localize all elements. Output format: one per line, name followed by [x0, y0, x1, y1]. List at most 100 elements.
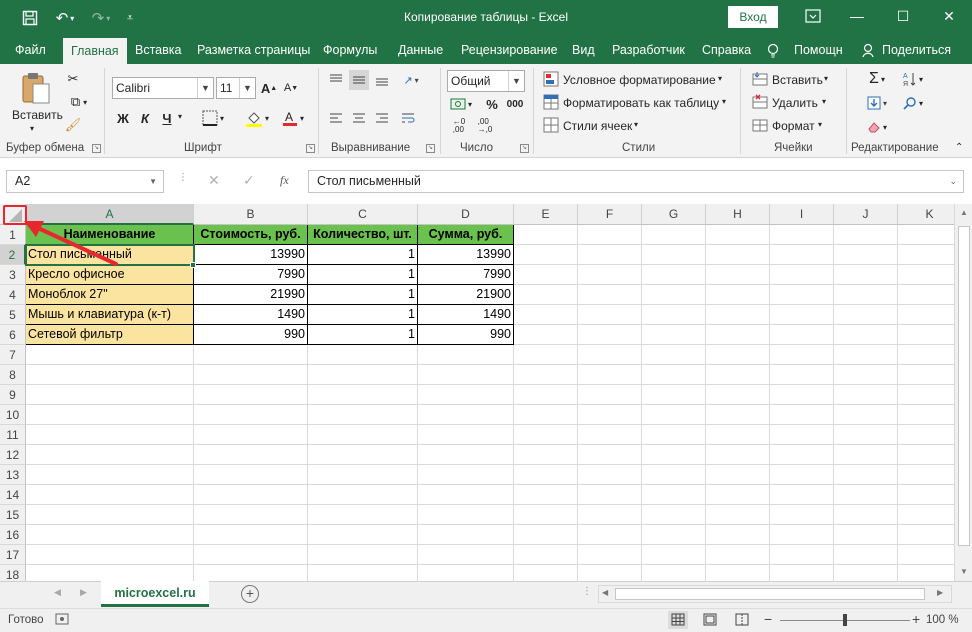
align-bottom-icon[interactable]	[372, 70, 392, 90]
paste-button[interactable]: Вставить	[12, 108, 63, 122]
row-header[interactable]: 14	[0, 485, 26, 505]
table-cell[interactable]: 21900	[418, 285, 514, 305]
maximize-button[interactable]: ☐	[880, 0, 926, 32]
format-cells-button[interactable]: Формат	[772, 119, 815, 133]
formula-input[interactable]: Стол письменный ⌄	[308, 170, 964, 193]
table-cell[interactable]: 21990	[194, 285, 308, 305]
alignment-launcher-icon[interactable]: ↘	[426, 144, 435, 153]
column-header-b[interactable]: B	[194, 204, 308, 225]
zoom-slider-thumb[interactable]	[843, 614, 847, 626]
table-header-cell[interactable]: Стоимость, руб.	[194, 225, 308, 245]
zoom-out-icon[interactable]: −	[764, 611, 772, 627]
row-header[interactable]: 15	[0, 505, 26, 525]
clipboard-launcher-icon[interactable]: ↘	[92, 144, 101, 153]
table-cell[interactable]: 1	[308, 245, 418, 265]
tab-formulas[interactable]: Формулы	[323, 36, 377, 64]
tab-file[interactable]: Файл	[15, 36, 46, 64]
cut-icon[interactable]: ✂	[64, 70, 82, 88]
row-header[interactable]: 10	[0, 405, 26, 425]
column-header-e[interactable]: E	[514, 204, 578, 225]
sort-filter-icon[interactable]: A Я ▾	[898, 69, 928, 89]
table-cell[interactable]: 1	[308, 265, 418, 285]
horizontal-scrollbar[interactable]: ◀ ▶	[598, 585, 952, 603]
tab-insert[interactable]: Вставка	[135, 36, 181, 64]
format-cells-icon[interactable]	[751, 116, 769, 134]
paste-dropdown-icon[interactable]: ▾	[30, 124, 34, 133]
row-header[interactable]: 13	[0, 465, 26, 485]
macro-record-icon[interactable]	[55, 612, 69, 629]
tab-review[interactable]: Рецензирование	[461, 36, 558, 64]
vertical-scrollbar[interactable]: ▲ ▼	[954, 204, 972, 581]
column-header-c[interactable]: C	[308, 204, 418, 225]
cancel-entry-icon[interactable]: ✕	[208, 172, 220, 189]
column-header-k[interactable]: K	[898, 204, 962, 225]
row-header[interactable]: 6	[0, 325, 26, 345]
horizontal-scroll-thumb[interactable]	[615, 588, 925, 600]
column-header-d[interactable]: D	[418, 204, 514, 225]
font-size-select[interactable]: 11 ▼	[216, 77, 256, 99]
tab-data[interactable]: Данные	[398, 36, 443, 64]
format-as-table-button[interactable]: Форматировать как таблицу	[563, 96, 719, 110]
column-header-h[interactable]: H	[706, 204, 770, 225]
table-cell-name[interactable]: Сетевой фильтр	[26, 325, 194, 345]
scroll-left-icon[interactable]: ◀	[602, 588, 608, 597]
column-header-j[interactable]: J	[834, 204, 898, 225]
prev-sheet-icon[interactable]: ◀	[54, 587, 61, 598]
tab-tell-me[interactable]: Помощн	[794, 36, 843, 64]
format-painter-icon[interactable]: 🖌	[64, 116, 82, 134]
row-header[interactable]: 16	[0, 525, 26, 545]
tab-page-layout[interactable]: Разметка страницы	[197, 36, 310, 64]
font-color-icon[interactable]: A ▾	[278, 108, 308, 128]
row-header[interactable]: 5	[0, 305, 26, 325]
insert-cells-icon[interactable]	[751, 70, 769, 88]
row-header[interactable]: 18	[0, 565, 26, 581]
increase-decimal-icon[interactable]: ←0,00	[448, 116, 470, 136]
table-cell[interactable]: 13990	[194, 245, 308, 265]
formula-bar-resize-icon[interactable]: ⋮	[178, 172, 188, 183]
underline-button[interactable]: Ч	[158, 108, 176, 128]
next-sheet-icon[interactable]: ▶	[80, 587, 87, 598]
align-middle-icon[interactable]	[349, 70, 369, 90]
vertical-scroll-thumb[interactable]	[958, 226, 970, 546]
find-select-icon[interactable]: ▾	[898, 93, 928, 113]
table-cell-name[interactable]: Мышь и клавиатура (к-т)	[26, 305, 194, 325]
share-button[interactable]: Поделиться	[882, 36, 951, 64]
add-sheet-icon[interactable]: +	[241, 585, 259, 603]
decrease-decimal-icon[interactable]: ,00 →,0	[474, 116, 496, 136]
page-layout-view-icon[interactable]	[700, 611, 720, 632]
format-as-table-icon[interactable]	[542, 93, 560, 111]
tab-split-icon[interactable]: ⋮	[582, 586, 592, 597]
number-launcher-icon[interactable]: ↘	[520, 144, 529, 153]
name-box[interactable]: A2 ▼	[6, 170, 164, 193]
table-cell[interactable]: 7990	[418, 265, 514, 285]
wrap-text-icon[interactable]	[398, 108, 418, 128]
table-header-cell[interactable]: Количество, шт.	[308, 225, 418, 245]
column-header-g[interactable]: G	[642, 204, 706, 225]
expand-formula-icon[interactable]: ⌄	[949, 171, 957, 192]
percent-icon[interactable]: %	[484, 94, 500, 114]
grow-font-icon[interactable]: A ▲	[260, 78, 278, 98]
align-top-icon[interactable]	[326, 70, 346, 90]
confirm-entry-icon[interactable]: ✓	[243, 172, 255, 189]
row-header[interactable]: 7	[0, 345, 26, 365]
collapse-ribbon-icon[interactable]: ⌃	[955, 142, 963, 153]
column-header-i[interactable]: I	[770, 204, 834, 225]
table-header-cell[interactable]: Сумма, руб.	[418, 225, 514, 245]
insert-function-icon[interactable]: fx	[280, 173, 289, 188]
row-header[interactable]: 9	[0, 385, 26, 405]
italic-button[interactable]: К	[136, 108, 154, 128]
login-button[interactable]: Вход	[728, 6, 778, 28]
tab-developer[interactable]: Разработчик	[612, 36, 685, 64]
scroll-down-icon[interactable]: ▼	[957, 565, 971, 579]
copy-icon[interactable]: ⧉ ▾	[64, 93, 94, 111]
table-cell[interactable]: 13990	[418, 245, 514, 265]
table-cell[interactable]: 1	[308, 325, 418, 345]
zoom-in-icon[interactable]: +	[912, 611, 920, 627]
worksheet-grid[interactable]: A B C D E F G H I J K ▲ ▼ 1 2 3 4 5 6 7 …	[0, 204, 972, 581]
zoom-level[interactable]: 100 %	[926, 614, 959, 626]
conditional-formatting-button[interactable]: Условное форматирование	[563, 73, 716, 87]
ribbon-display-icon[interactable]	[790, 0, 836, 32]
scroll-right-icon[interactable]: ▶	[937, 588, 943, 597]
column-header-f[interactable]: F	[578, 204, 642, 225]
row-header[interactable]: 4	[0, 285, 26, 305]
